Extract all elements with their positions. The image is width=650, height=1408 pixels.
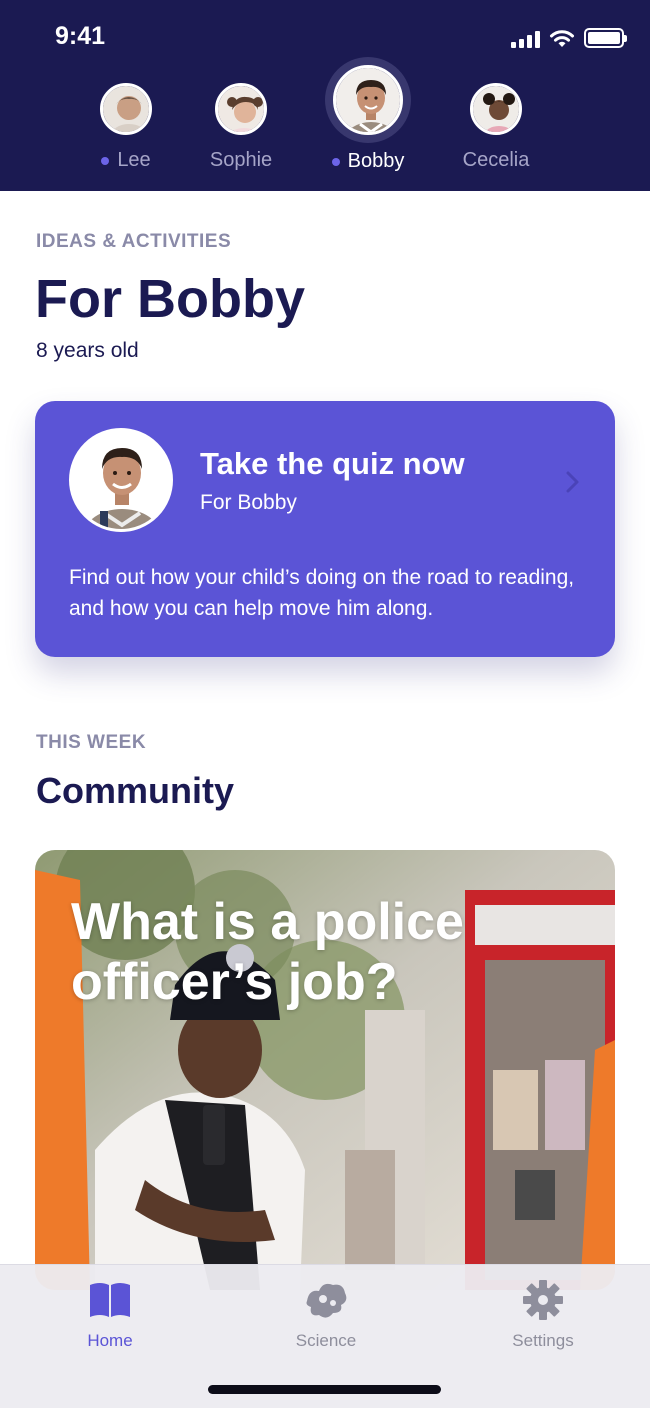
avatar (100, 83, 152, 135)
profile-name: Lee (76, 149, 176, 172)
child-age: 8 years old (36, 339, 139, 362)
status-icons (511, 28, 627, 48)
ideas-eyebrow: IDEAS & ACTIVITIES (36, 231, 232, 252)
wifi-icon (550, 30, 574, 47)
science-icon (306, 1283, 347, 1318)
profile-name: Bobby (318, 150, 418, 173)
chevron-right-icon (566, 471, 579, 493)
status-time: 9:41 (55, 22, 106, 50)
quiz-card[interactable]: Take the quiz now For Bobby Find out how… (35, 401, 615, 657)
home-indicator[interactable] (208, 1385, 441, 1394)
feature-title: What is a police officer’s job? (71, 893, 464, 1011)
unread-dot (101, 156, 110, 165)
tab-label: Science (295, 1331, 357, 1350)
battery-icon (584, 28, 627, 48)
tab-settings[interactable]: Settings (473, 1277, 613, 1351)
tab-science[interactable]: Science (256, 1277, 396, 1351)
signal-icon (511, 30, 540, 48)
tab-label: Settings (512, 1331, 574, 1350)
profile-lee[interactable]: Lee (76, 83, 176, 172)
quiz-title: Take the quiz now (200, 446, 465, 481)
profile-bobby[interactable]: Bobby (318, 57, 418, 173)
book-icon (90, 1283, 130, 1317)
profile-name: Cecelia (462, 149, 530, 171)
gear-icon (523, 1280, 563, 1320)
quiz-subtitle: For Bobby (200, 491, 297, 514)
section-title: Community (36, 770, 234, 811)
tab-home[interactable]: Home (40, 1277, 180, 1351)
avatar (470, 83, 522, 135)
profile-sophie[interactable]: Sophie (191, 83, 291, 172)
tab-label: Home (87, 1331, 133, 1350)
avatar (215, 83, 267, 135)
avatar (333, 65, 403, 135)
profile-cecelia[interactable]: Cecelia (446, 83, 546, 172)
profile-name: Sophie (209, 149, 273, 171)
avatar (69, 428, 173, 532)
unread-dot (331, 157, 340, 166)
page-title: For Bobby (35, 269, 305, 329)
profile-header: 9:41 Lee Sophie Bobby Cecelia (0, 0, 650, 191)
active-avatar-ring (325, 57, 411, 143)
quiz-description: Find out how your child’s doing on the r… (69, 566, 575, 620)
feature-card[interactable]: What is a police officer’s job? (35, 850, 615, 1290)
this-week-eyebrow: THIS WEEK (36, 732, 147, 753)
